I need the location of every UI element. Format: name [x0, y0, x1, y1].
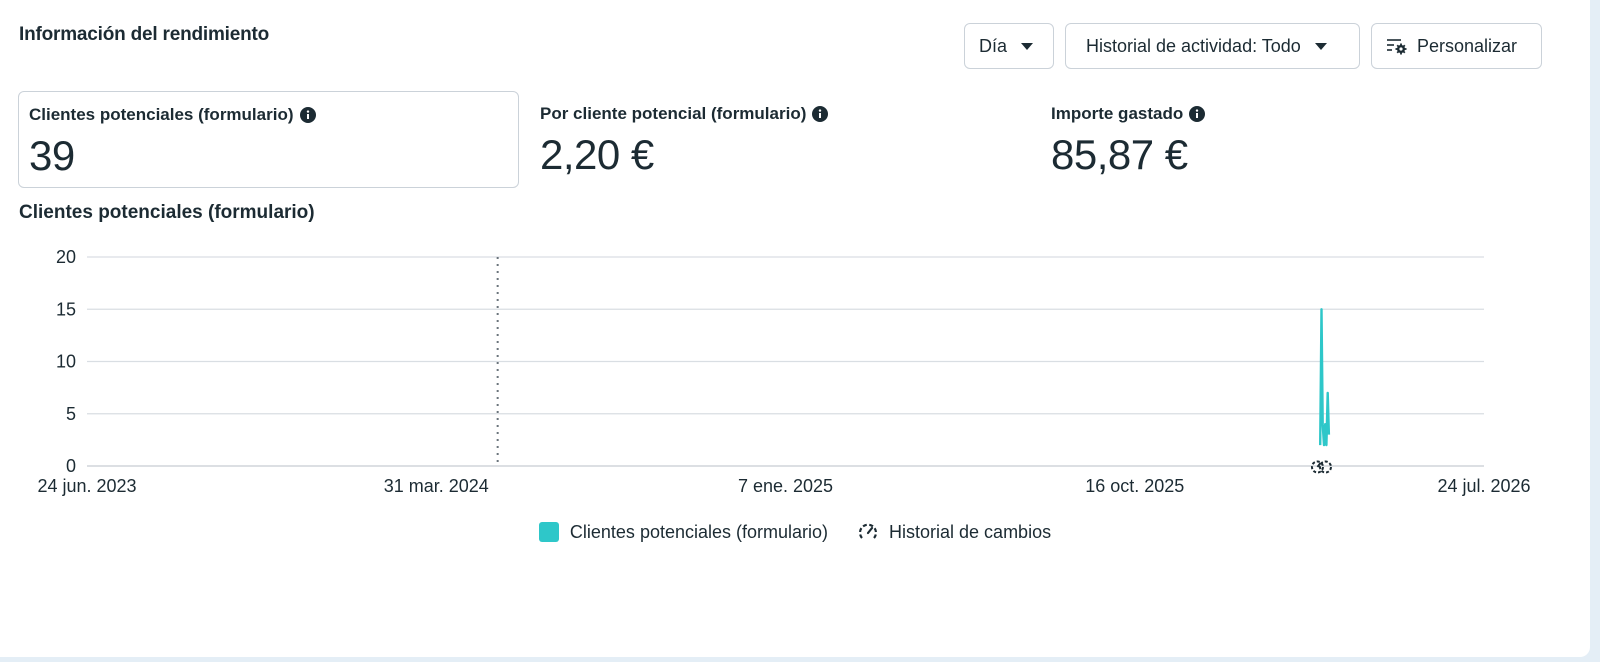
- x-tick-label: 16 oct. 2025: [1085, 476, 1184, 496]
- legend-item-change-history[interactable]: Historial de cambios: [856, 520, 1051, 544]
- x-tick-label: 7 ene. 2025: [738, 476, 833, 496]
- performance-panel: Información del rendimiento Día Historia…: [0, 0, 1590, 657]
- legend-label-change-history: Historial de cambios: [889, 521, 1052, 542]
- change-history-icon: [858, 523, 878, 539]
- chart-legend: Clientes potenciales (formulario) Histor…: [0, 520, 1590, 544]
- x-tick-label: 24 jul. 2026: [1437, 476, 1530, 496]
- y-tick-label: 10: [56, 352, 76, 372]
- series-line-leads: [1319, 308, 1331, 447]
- change-history-marker-icon[interactable]: [1310, 460, 1332, 474]
- legend-item-leads[interactable]: Clientes potenciales (formulario): [538, 521, 829, 543]
- y-tick-label: 15: [56, 299, 76, 319]
- y-tick-label: 0: [66, 456, 76, 476]
- y-tick-label: 20: [56, 247, 76, 267]
- legend-swatch: [538, 522, 559, 542]
- legend-label-leads: Clientes potenciales (formulario): [569, 521, 829, 542]
- leads-line-chart: 0 5 10 15 20 24 jun. 2023 31 mar. 2024 7 ene. 2…: [37, 247, 1530, 496]
- x-tick-label: 31 mar. 2024: [384, 476, 489, 496]
- x-tick-label: 24 jun. 2023: [37, 476, 136, 496]
- y-tick-label: 5: [66, 404, 76, 424]
